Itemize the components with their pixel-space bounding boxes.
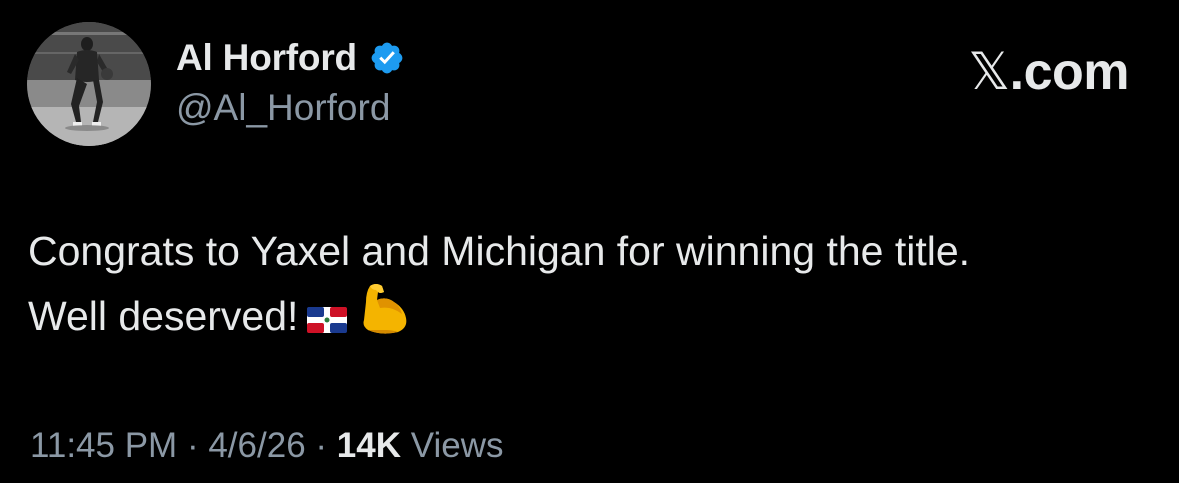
meta-separator: ·	[186, 426, 199, 465]
author-display-name[interactable]: Al Horford	[176, 36, 357, 80]
x-com-logo: 𝕏.com	[968, 42, 1129, 102]
tweet-card: Al Horford @Al_Horford 𝕏.com Congrats to…	[0, 0, 1179, 483]
tweet-text-line-2-text: Well deserved!	[28, 293, 299, 339]
avatar-photo	[27, 22, 151, 146]
meta-separator: ·	[315, 426, 328, 465]
dominican-republic-flag-icon	[306, 304, 348, 336]
tweet-meta: 11:45 PM · 4/6/26 · 14K Views	[30, 424, 503, 468]
views-label: Views	[410, 426, 504, 465]
tweet-text: Congrats to Yaxel and Michigan for winni…	[28, 222, 1158, 345]
verified-badge-icon[interactable]	[369, 40, 405, 76]
tweet-text-line-1: Congrats to Yaxel and Michigan for winni…	[28, 228, 971, 274]
author-handle[interactable]: @Al_Horford	[176, 86, 390, 130]
views-count[interactable]: 14K	[337, 426, 401, 465]
tweet-date[interactable]: 4/6/26	[208, 426, 305, 465]
author-name-row: Al Horford	[176, 36, 405, 80]
flexed-biceps-icon	[356, 280, 412, 336]
x-logo-icon: 𝕏	[968, 42, 1010, 102]
tweet-text-line-2: Well deserved!	[28, 280, 1158, 345]
avatar[interactable]	[27, 22, 151, 146]
tweet-time[interactable]: 11:45 PM	[30, 426, 177, 465]
brand-suffix: .com	[1009, 43, 1130, 101]
